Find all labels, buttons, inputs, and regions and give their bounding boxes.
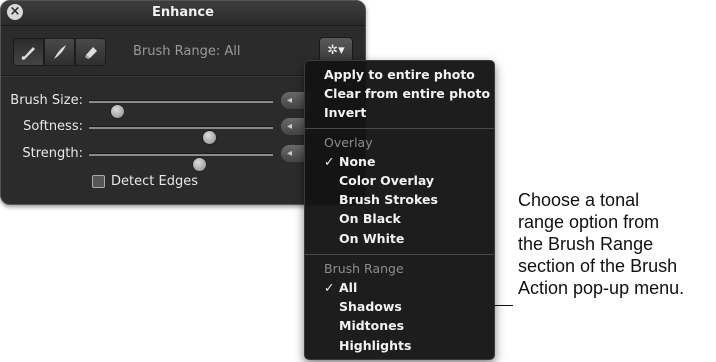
checkmark-icon: ✓	[324, 154, 335, 169]
softness-track[interactable]	[89, 126, 273, 145]
menu-item-color-overlay[interactable]: Color Overlay	[305, 172, 494, 191]
menu-item-label: All	[339, 280, 358, 295]
window-title: Enhance	[152, 5, 214, 20]
brush-action-menu: Apply to entire photo Clear from entire …	[304, 60, 495, 360]
menu-item-label: Brush Strokes	[339, 192, 438, 207]
strength-label: Strength:	[22, 146, 83, 161]
menu-item-on-white[interactable]: On White	[305, 230, 494, 249]
caption-line: section of the Brush	[518, 256, 678, 276]
menu-item-apply[interactable]: Apply to entire photo	[305, 66, 494, 85]
menu-item-clear[interactable]: Clear from entire photo	[305, 85, 494, 104]
strength-track[interactable]	[89, 153, 273, 172]
eraser-icon[interactable]	[75, 38, 106, 66]
menu-item-label: Clear from entire photo	[324, 86, 491, 101]
menu-item-label: On White	[339, 231, 405, 246]
softness-label: Softness:	[23, 119, 83, 134]
menu-item-label: Invert	[324, 105, 367, 120]
brush-icon[interactable]	[13, 38, 44, 66]
strength-knob[interactable]	[192, 157, 208, 172]
menu-separator	[305, 128, 494, 129]
caption-line: the Brush Range	[518, 234, 654, 254]
menu-item-shadows[interactable]: Shadows	[305, 298, 494, 317]
brush-size-label: Brush Size:	[10, 93, 83, 108]
callout-line	[493, 305, 513, 306]
menu-item-overlay-none[interactable]: ✓ None	[305, 153, 494, 172]
menu-item-on-black[interactable]: On Black	[305, 210, 494, 229]
menu-separator	[305, 254, 494, 255]
menu-item-label: Midtones	[339, 318, 405, 333]
detect-edges-checkbox[interactable]	[92, 175, 105, 188]
title-bar: × Enhance	[1, 1, 365, 26]
caption-line: Action pop-up menu.	[518, 278, 685, 298]
overlay-header: Overlay	[324, 135, 373, 150]
checkmark-icon: ✓	[324, 280, 335, 295]
feather-brush-icon[interactable]	[44, 38, 75, 66]
menu-item-label: On Black	[339, 211, 401, 226]
menu-item-highlights[interactable]: Highlights	[305, 337, 494, 356]
menu-item-range-all[interactable]: ✓ All	[305, 279, 494, 298]
gear-icon: ✲▾	[327, 42, 345, 58]
menu-item-brush-strokes[interactable]: Brush Strokes	[305, 191, 494, 210]
menu-item-label: Color Overlay	[339, 173, 435, 188]
menu-item-label: None	[339, 154, 376, 169]
menu-item-midtones[interactable]: Midtones	[305, 317, 494, 336]
callout-caption: Choose a tonal range option from the Bru…	[518, 189, 714, 299]
menu-item-label: Apply to entire photo	[324, 67, 475, 82]
menu-item-label: Shadows	[339, 299, 402, 314]
brush-size-track[interactable]	[89, 100, 273, 119]
brush-range-label: Brush Range: All	[133, 44, 241, 59]
menu-item-invert[interactable]: Invert	[305, 104, 494, 123]
brush-range-header: Brush Range	[324, 261, 404, 276]
menu-item-label: Highlights	[339, 338, 412, 353]
caption-line: range option from	[518, 212, 660, 232]
caption-line: Choose a tonal	[518, 190, 640, 210]
brush-tool-group	[13, 38, 106, 66]
detect-edges-option[interactable]: Detect Edges	[92, 174, 198, 189]
softness-knob[interactable]	[201, 130, 217, 145]
detect-edges-label: Detect Edges	[111, 174, 198, 189]
